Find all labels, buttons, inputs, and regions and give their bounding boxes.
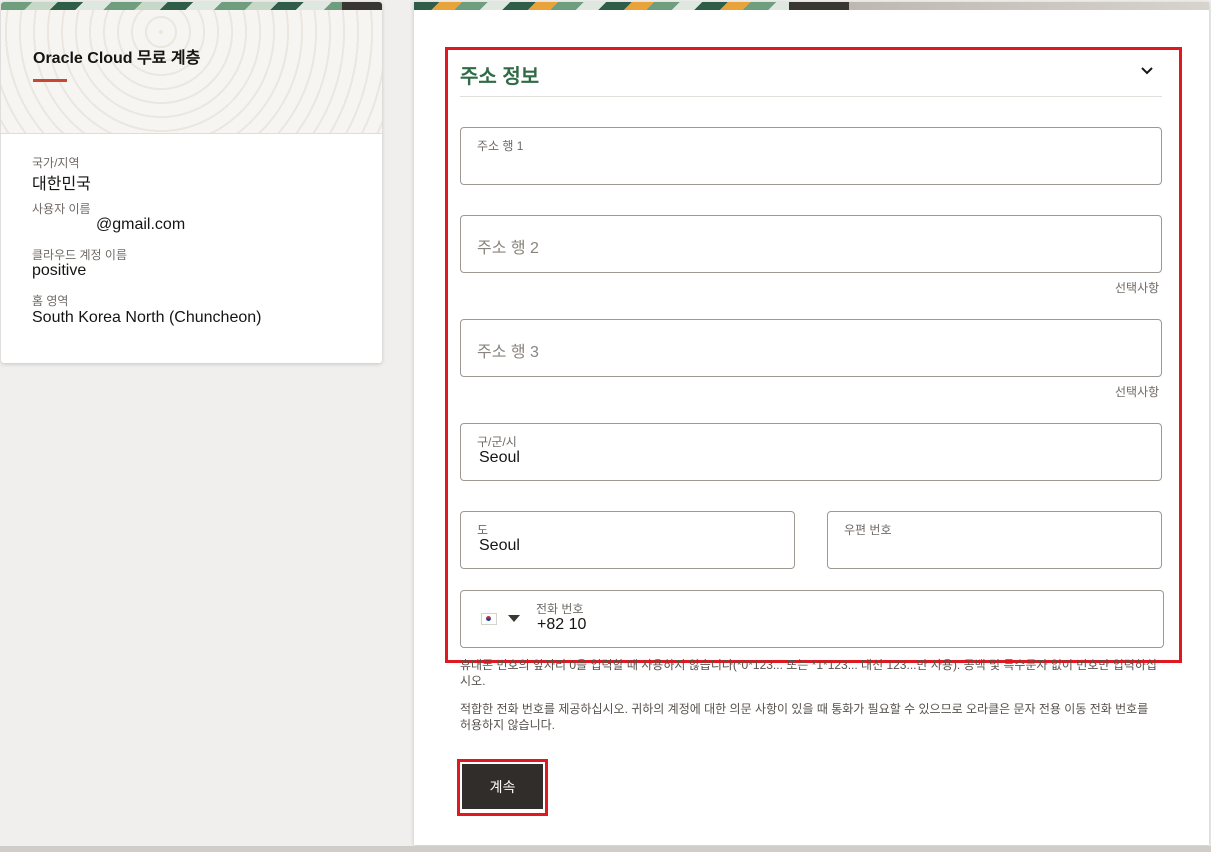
title-accent-bar xyxy=(33,79,67,82)
address-line-2-optional: 선택사항 xyxy=(1115,281,1160,295)
chevron-down-icon[interactable] xyxy=(1140,64,1154,78)
country-label: 국가/지역 xyxy=(32,156,80,170)
account-name-value: positive xyxy=(32,262,87,279)
account-name-label: 클라우드 계정 이름 xyxy=(32,248,127,262)
phone-help-text-1: 휴대폰 번호의 앞자리 0을 입력할 때 사용하지 않습니다(*0*123...… xyxy=(460,658,1157,688)
section-title: 주소 정보 xyxy=(460,66,540,88)
phone-value: +82 10 xyxy=(537,616,587,633)
country-value: 대한민국 xyxy=(32,176,91,193)
section-divider xyxy=(460,96,1162,97)
username-label: 사용자 이름 xyxy=(32,202,91,216)
phone-help-text-2: 적합한 전화 번호를 제공하십시오. 귀하의 계정에 대한 의문 사항이 있을 … xyxy=(460,702,1149,732)
summary-title: Oracle Cloud 무료 계층 xyxy=(33,50,201,67)
province-value: Seoul xyxy=(479,537,520,554)
city-field[interactable]: 구/군/시 Seoul xyxy=(460,423,1162,481)
decorative-banner xyxy=(414,2,1209,10)
address-line-2-placeholder: 주소 행 2 xyxy=(477,240,539,257)
address-line-1-label: 주소 행 1 xyxy=(477,139,524,153)
city-label: 구/군/시 xyxy=(477,435,517,449)
continue-highlight: 계속 xyxy=(457,759,548,816)
phone-label: 전화 번호 xyxy=(536,602,584,616)
address-line-3-placeholder: 주소 행 3 xyxy=(477,344,539,361)
postal-code-label: 우편 번호 xyxy=(844,523,892,537)
username-value: @gmail.com xyxy=(96,216,186,233)
home-region-label: 홈 영역 xyxy=(32,294,69,308)
postal-code-field[interactable]: 우편 번호 xyxy=(827,511,1162,569)
address-line-2-field[interactable]: 주소 행 2 xyxy=(460,215,1162,273)
continue-button[interactable]: 계속 xyxy=(462,764,543,811)
home-region-value: South Korea North (Chuncheon) xyxy=(32,309,262,326)
summary-header: Oracle Cloud 무료 계층 xyxy=(1,2,382,134)
province-field[interactable]: 도 Seoul xyxy=(460,511,795,569)
korea-flag-icon[interactable] xyxy=(481,613,497,625)
address-line-1-field[interactable]: 주소 행 1 xyxy=(460,127,1162,185)
address-line-3-field[interactable]: 주소 행 3 xyxy=(460,319,1162,377)
caret-down-icon[interactable] xyxy=(508,615,520,622)
city-value: Seoul xyxy=(479,449,520,466)
bottom-scrollbar xyxy=(0,846,1211,852)
decorative-banner xyxy=(1,2,382,10)
province-label: 도 xyxy=(477,523,489,537)
address-line-3-optional: 선택사항 xyxy=(1115,385,1160,399)
phone-field[interactable]: 전화 번호 +82 10 xyxy=(460,590,1164,648)
